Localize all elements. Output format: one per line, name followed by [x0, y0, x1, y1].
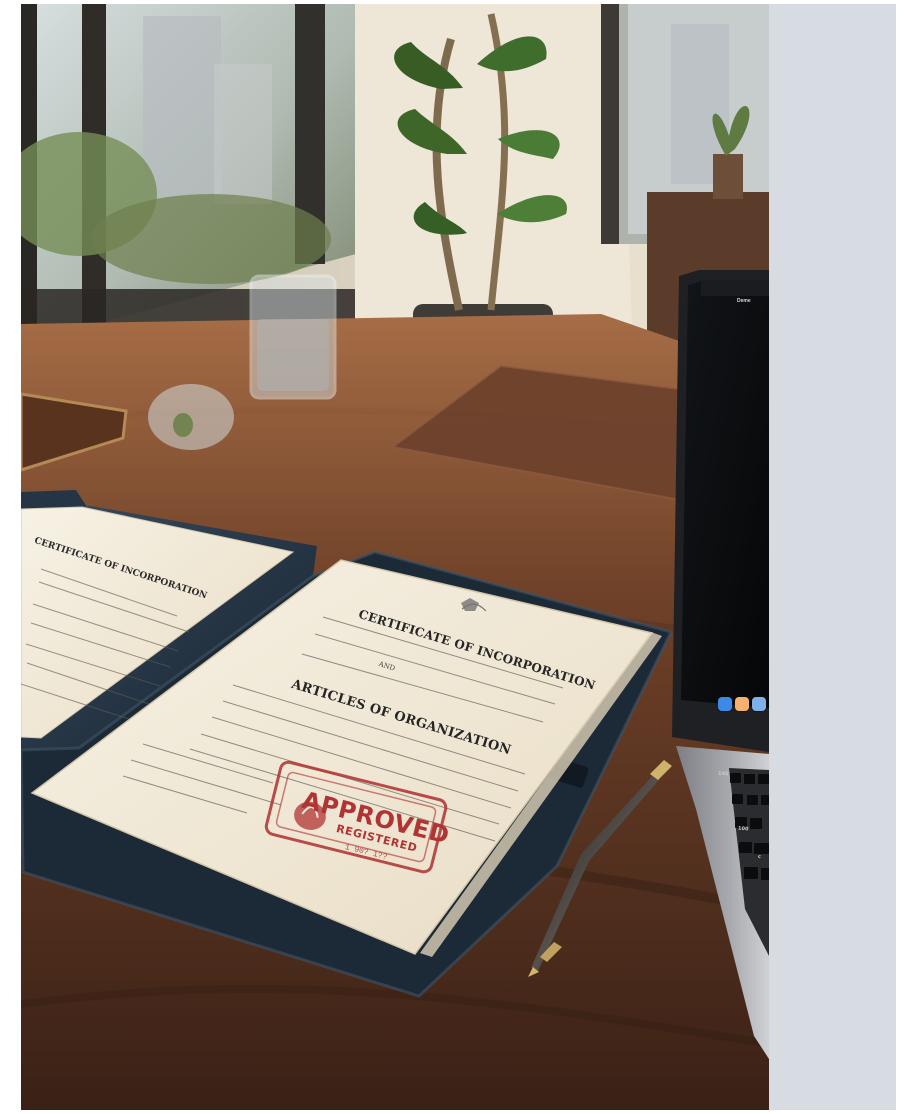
- launchpad-icon: [735, 697, 749, 711]
- keyboard-key-label: 100: [737, 825, 749, 833]
- laptop-menu-app-name: Deme: [737, 298, 751, 304]
- laptop-dock: [718, 695, 770, 713]
- safari-icon: [752, 697, 766, 711]
- right-blank-panel: [769, 4, 896, 1110]
- image-canvas: CERTIFICATE OF INCORPORATION CERTIFICATE…: [0, 0, 906, 1114]
- photo-illustration: [21, 4, 769, 1110]
- keyboard-key-label: 140: [717, 770, 729, 778]
- keyboard-key-label: c: [757, 853, 762, 861]
- finder-icon: [718, 697, 732, 711]
- office-desk-photo: [21, 4, 769, 1110]
